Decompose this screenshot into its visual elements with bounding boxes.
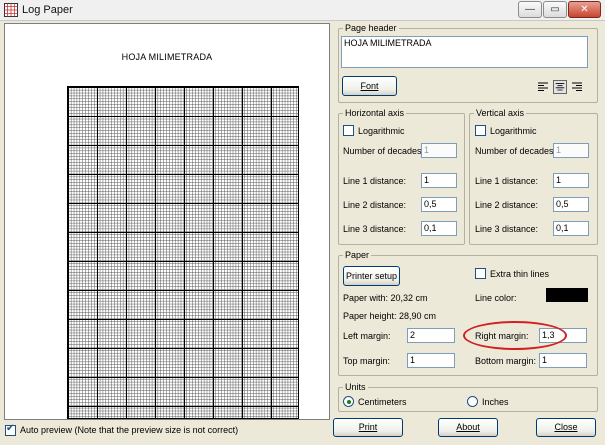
paper-legend: Paper [345,250,370,260]
v-line1-input[interactable]: 1 [553,173,589,188]
maximize-button[interactable]: ▭ [543,1,567,18]
left-margin-input[interactable]: 2 [407,328,455,343]
inches-radio[interactable] [467,396,478,407]
font-button-label: Font [360,81,379,91]
extra-thin-lines-checkbox[interactable] [475,268,486,279]
centimeters-label: Centimeters [358,397,407,407]
h-line2-input[interactable]: 0,5 [421,197,457,212]
close-button[interactable]: Close [536,418,596,437]
red-annotation-ellipse [463,321,567,350]
printer-setup-button[interactable]: Printer setup [343,266,400,286]
auto-preview-label: Auto preview (Note that the preview size… [20,425,239,435]
top-margin-label: Top margin: [343,356,391,366]
preview-title: HOJA MILIMETRADA [121,52,213,62]
h-line3-label: Line 3 distance: [343,224,407,234]
h-logarithmic-checkbox[interactable] [343,125,354,136]
vertical-axis-legend: Vertical axis [476,108,525,118]
v-line3-input[interactable]: 0,1 [553,221,589,236]
align-left-icon[interactable] [536,80,550,94]
page-header-input[interactable]: HOJA MILIMETRADA [341,36,588,68]
v-line1-label: Line 1 distance: [475,176,539,186]
align-right-icon[interactable] [570,80,584,94]
units-legend: Units [345,382,366,392]
paper-width-text: Paper with: 20,32 cm [343,293,428,303]
bottom-margin-label: Bottom margin: [475,356,537,366]
auto-preview-checkbox[interactable] [5,423,16,436]
log-paper-grid [67,86,299,419]
h-logarithmic-label: Logarithmic [358,126,405,136]
close-button-label: Close [554,422,578,432]
h-decades-input[interactable]: 1 [421,143,457,158]
h-line1-label: Line 1 distance: [343,176,407,186]
about-button[interactable]: About [438,418,498,437]
left-margin-label: Left margin: [343,331,391,341]
print-button[interactable]: Print [333,418,403,437]
h-line2-label: Line 2 distance: [343,200,407,210]
v-line2-input[interactable]: 0,5 [553,197,589,212]
h-decades-label: Number of decades: [343,146,425,156]
v-line2-label: Line 2 distance: [475,200,539,210]
page-header-legend: Page header [345,23,397,33]
preview-pane: HOJA MILIMETRADA [4,23,330,420]
grid-icon [4,3,18,17]
title-bar: Log Paper — ▭ ✕ [0,0,605,21]
h-line1-input[interactable]: 1 [421,173,457,188]
line-color-label: Line color: [475,293,517,303]
print-button-label: Print [358,422,378,432]
v-decades-label: Number of decades: [475,146,557,156]
v-logarithmic-checkbox[interactable] [475,125,486,136]
inches-label: Inches [482,397,509,407]
horizontal-axis-legend: Horizontal axis [345,108,405,118]
v-decades-input[interactable]: 1 [553,143,589,158]
paper-height-text: Paper height: 28,90 cm [343,311,437,321]
v-line3-label: Line 3 distance: [475,224,539,234]
line-color-swatch[interactable] [546,288,588,302]
close-window-button[interactable]: ✕ [568,1,601,18]
top-margin-input[interactable]: 1 [407,353,455,368]
minimize-button[interactable]: — [518,1,542,18]
v-logarithmic-label: Logarithmic [490,126,537,136]
align-center-icon[interactable] [553,80,567,94]
extra-thin-lines-label: Extra thin lines [490,269,550,279]
h-line3-input[interactable]: 0,1 [421,221,457,236]
bottom-margin-input[interactable]: 1 [539,353,587,368]
about-button-label: About [456,422,480,432]
font-button[interactable]: Font [342,76,397,96]
window-title: Log Paper [22,4,73,16]
centimeters-radio[interactable] [343,396,354,407]
